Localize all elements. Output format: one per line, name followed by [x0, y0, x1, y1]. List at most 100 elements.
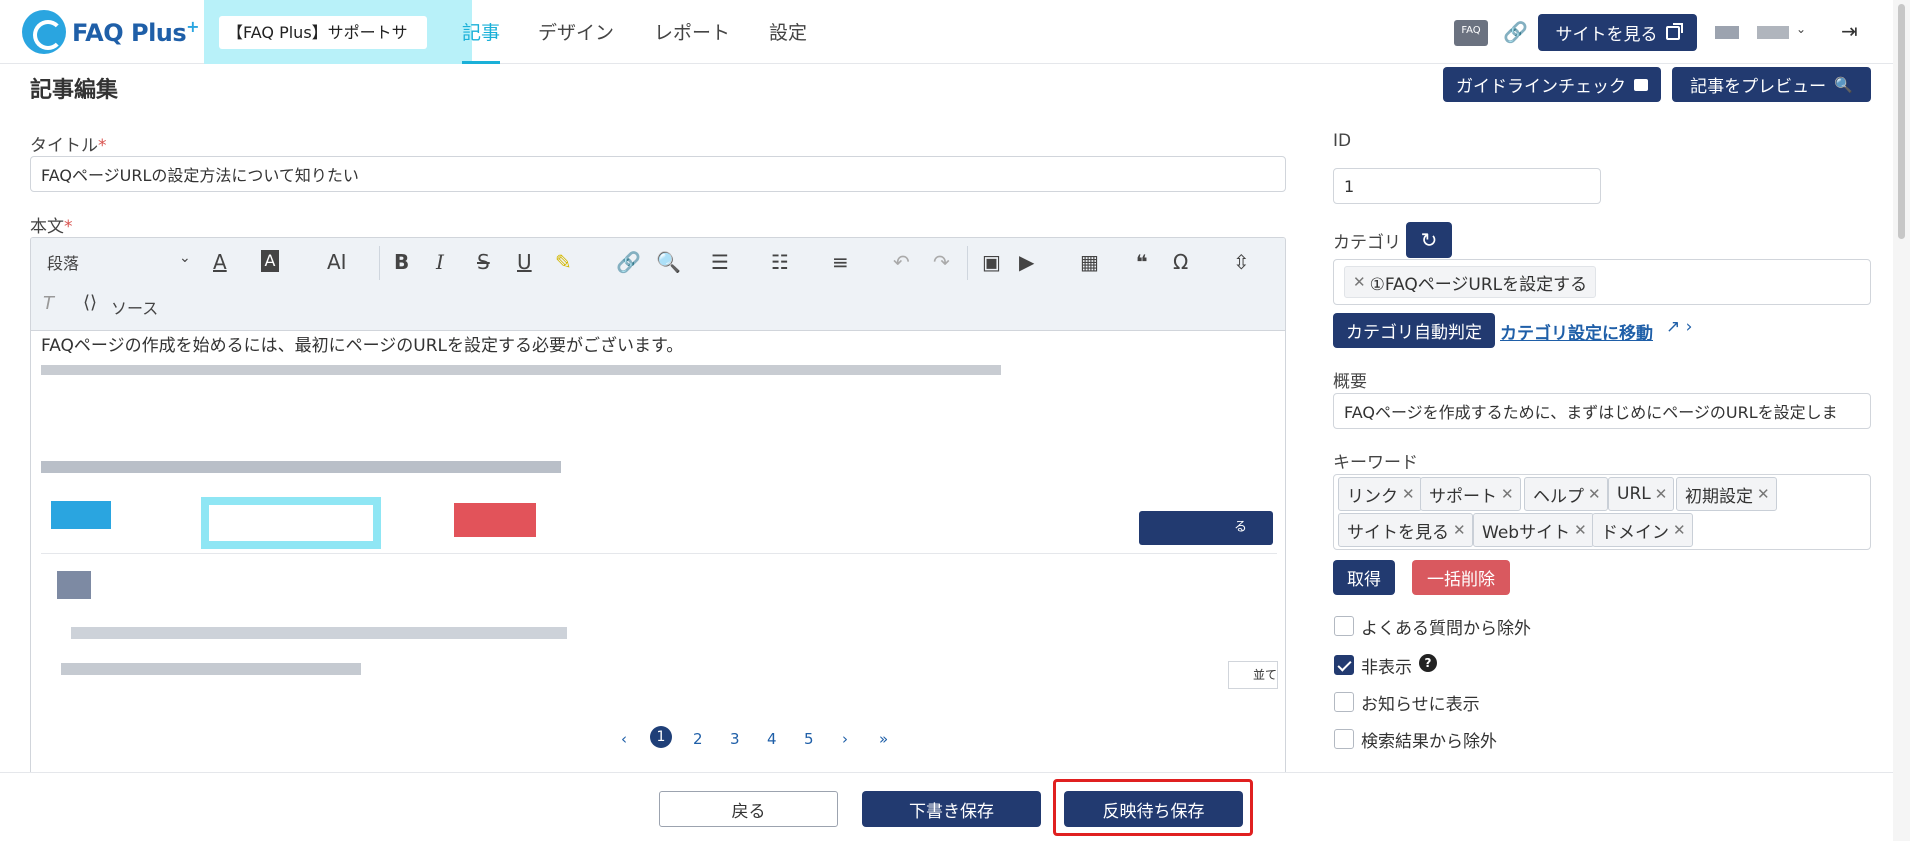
faq-plus-logo[interactable]: FAQ Plus+ — [22, 10, 200, 54]
show-in-news-checkbox[interactable] — [1334, 692, 1354, 712]
category-tag[interactable]: ✕ ①FAQページURLを設定する — [1344, 266, 1597, 298]
page-scrollbar[interactable] — [1893, 0, 1910, 841]
exclude-search-checkbox[interactable] — [1334, 729, 1354, 749]
category-label: カテゴリ — [1333, 233, 1401, 253]
save-draft-button[interactable]: 下書き保存 — [862, 791, 1041, 827]
fetch-keywords-button[interactable]: 取得 — [1333, 560, 1395, 595]
faq-chat-icon[interactable]: FAQ — [1454, 20, 1488, 46]
logo-text: FAQ Plus — [72, 19, 187, 47]
guideline-check-button[interactable]: ガイドラインチェック — [1443, 67, 1661, 102]
body-label: 本文* — [30, 217, 73, 237]
category-settings-link[interactable]: カテゴリ設定に移動 — [1500, 319, 1653, 344]
link-icon[interactable]: 🔗 — [616, 250, 641, 274]
category-auto-detect-button[interactable]: カテゴリ自動判定 — [1333, 313, 1495, 348]
pagination-next[interactable]: › — [842, 730, 848, 748]
font-size-icon[interactable]: AI — [327, 250, 347, 274]
embedded-highlight-image — [201, 497, 381, 549]
underline-icon[interactable]: U — [517, 250, 532, 274]
italic-icon[interactable]: I — [436, 250, 444, 274]
bulk-delete-button[interactable]: 一括削除 — [1412, 560, 1510, 595]
scrollbar-thumb[interactable] — [1898, 4, 1905, 239]
source-button[interactable]: ソース — [111, 295, 158, 319]
remove-tag-icon: ✕ — [1673, 521, 1686, 539]
pagination-page-5[interactable]: 5 — [804, 730, 814, 748]
keyword-tag[interactable]: Webサイト ✕ — [1473, 513, 1594, 547]
hidden-label: 非表示 — [1361, 658, 1412, 678]
back-button[interactable]: 戻る — [659, 791, 838, 827]
preview-article-button[interactable]: 記事をプレビュー 🔍 — [1672, 67, 1871, 102]
keyword-tag[interactable]: ドメイン ✕ — [1592, 513, 1693, 547]
pagination-page-2[interactable]: 2 — [693, 730, 703, 748]
align-icon[interactable]: ≡ — [832, 250, 849, 274]
hidden-checkbox[interactable] — [1334, 655, 1354, 675]
pagination-prev[interactable]: ‹ — [621, 730, 627, 748]
view-site-button[interactable]: サイトを見る — [1538, 14, 1697, 51]
remove-tag-icon[interactable]: ✕ — [1353, 273, 1366, 291]
logo-dolphin-icon — [22, 10, 66, 54]
checklist-icon — [1634, 78, 1648, 91]
editor-content[interactable]: FAQページの作成を始めるには、最初にページのURLを設定する必要がございます。… — [31, 331, 1285, 776]
media-embed-icon[interactable]: ▶ — [1019, 250, 1034, 274]
keyword-tag[interactable]: リンク ✕ — [1338, 477, 1422, 511]
user-name[interactable] — [1757, 26, 1789, 39]
refresh-icon[interactable]: ↻ — [1406, 222, 1452, 258]
keyword-tag[interactable]: URL ✕ — [1608, 477, 1675, 511]
redo-icon[interactable]: ↷ — [933, 250, 950, 274]
user-avatar — [1715, 26, 1739, 39]
special-characters-icon[interactable]: Ω — [1173, 250, 1188, 274]
category-select[interactable]: ✕ ①FAQページURLを設定する — [1333, 259, 1871, 305]
exclude-search-label: 検索結果から除外 — [1361, 732, 1497, 752]
keyword-tag[interactable]: サイトを見る ✕ — [1338, 513, 1473, 547]
remove-tag-icon: ✕ — [1402, 485, 1415, 503]
pagination-page-1[interactable]: 1 — [650, 726, 672, 748]
keyword-tag[interactable]: 初期設定 ✕ — [1676, 477, 1777, 511]
tab-settings[interactable]: 設定 — [769, 18, 807, 45]
logout-icon[interactable]: ⇥ — [1841, 19, 1858, 43]
chevron-down-icon[interactable]: ⌄ — [1796, 22, 1806, 36]
numbered-list-icon[interactable]: ☷ — [771, 250, 789, 274]
remove-format-icon[interactable]: T — [43, 293, 54, 314]
embedded-red-image — [454, 503, 536, 537]
keyword-label: キーワード — [1333, 453, 1418, 473]
blockquote-icon[interactable]: ❝ — [1136, 250, 1148, 274]
link-icon[interactable]: 🔗 — [1503, 20, 1528, 44]
keyword-tag[interactable]: サポート ✕ — [1420, 477, 1521, 511]
logo-plus: + — [186, 17, 200, 36]
undo-icon[interactable]: ↶ — [893, 250, 910, 274]
pagination-last[interactable]: » — [879, 730, 888, 748]
remove-tag-icon: ✕ — [1654, 485, 1668, 503]
title-input[interactable]: FAQページURLの設定方法について知りたい — [30, 156, 1286, 192]
exclude-faq-checkbox[interactable] — [1334, 616, 1354, 636]
table-icon[interactable]: ▦ — [1080, 250, 1099, 274]
show-in-news-label: お知らせに表示 — [1361, 695, 1480, 715]
pagination-page-4[interactable]: 4 — [767, 730, 777, 748]
remove-tag-icon: ✕ — [1501, 485, 1514, 503]
rich-text-editor[interactable]: 段落 ⌄ A A AI B I S U ✎ 🔗 🔍 ☰ ☷ ≡ ↶ ↷ ▣ ▶ … — [30, 237, 1286, 777]
strikethrough-icon[interactable]: S — [477, 250, 490, 274]
paragraph-format-select[interactable]: 段落 — [47, 250, 79, 274]
footer-bar: 戻る 下書き保存 反映待ち保存 — [0, 772, 1910, 841]
find-replace-icon[interactable]: 🔍 — [656, 250, 681, 274]
tab-articles[interactable]: 記事 — [462, 18, 500, 45]
image-icon[interactable]: ▣ — [982, 250, 1001, 274]
pagination-page-3[interactable]: 3 — [730, 730, 740, 748]
external-link-icon — [1665, 22, 1683, 40]
tab-report[interactable]: レポート — [654, 18, 730, 45]
bold-icon[interactable]: B — [394, 250, 409, 274]
bulleted-list-icon[interactable]: ☰ — [711, 250, 729, 274]
tab-design[interactable]: デザイン — [538, 18, 614, 45]
site-selector[interactable]: 【FAQ Plus】サポートサ — [219, 16, 427, 49]
chevron-down-icon[interactable]: ⌄ — [179, 250, 191, 266]
external-link-icon[interactable]: ↗ › — [1666, 317, 1692, 337]
help-icon[interactable]: ? — [1419, 654, 1437, 672]
page-break-icon[interactable]: ⇳ — [1233, 250, 1250, 274]
highlight-icon[interactable]: ✎ — [555, 250, 572, 274]
keyword-tag[interactable]: ヘルプ ✕ — [1524, 477, 1608, 511]
summary-input[interactable]: FAQページを作成するために、まずはじめにページのURLを設定しま — [1333, 393, 1871, 429]
source-code-icon[interactable]: ⟨⟩ — [83, 292, 97, 313]
font-color-icon[interactable]: A — [213, 250, 227, 274]
title-label: タイトル* — [30, 136, 107, 156]
background-color-icon[interactable]: A — [261, 250, 279, 272]
id-input[interactable]: 1 — [1333, 168, 1601, 204]
obscured-text — [57, 571, 91, 599]
